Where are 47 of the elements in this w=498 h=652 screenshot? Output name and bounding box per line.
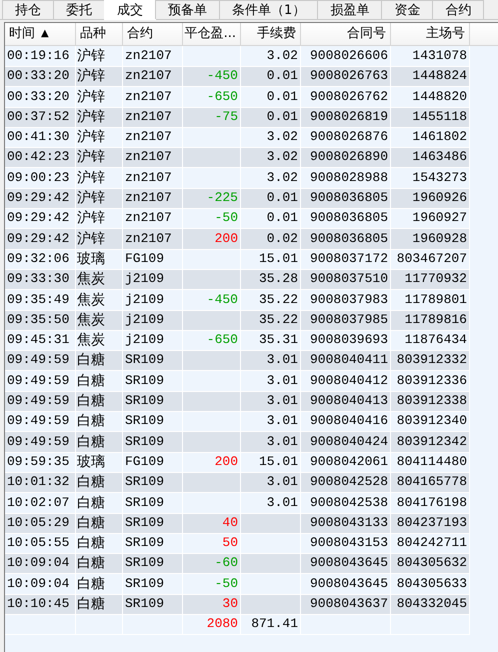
table-row[interactable]: 09:33:30 焦炭 j2109 35.28 9008037510 11770932 [5,269,470,290]
table-row[interactable]: 09:29:42 沪锌 zn2107 200 0.02 9008036805 1960928 [5,228,470,249]
column-header[interactable]: 主场号 [391,23,470,45]
column-header[interactable]: 合约 [123,23,183,45]
table-row[interactable]: 00:42:23 沪锌 zn2107 3.02 9008026890 1463486 [5,147,470,168]
table-row[interactable]: 2080 871.41 [5,614,470,635]
table-row[interactable]: 10:01:32 白糖 SR109 3.01 9008042528 804165778 [5,472,470,493]
table-row[interactable]: 10:02:07 白糖 SR109 3.01 9008042538 804176198 [5,492,470,513]
column-header[interactable]: 合同号 [301,23,391,45]
table-row[interactable]: 00:41:30 沪锌 zn2107 3.02 9008026876 1461802 [5,127,470,148]
tab[interactable]: 损盈单 [317,0,382,19]
table-row[interactable]: 09:45:31 焦炭 j2109 -650 35.31 9008039693 11876434 [5,330,470,350]
sort-indicator: ▲ [41,27,49,41]
table-row[interactable]: 09:49:59 白糖 SR109 3.01 9008040416 803912340 [5,411,470,432]
table-row[interactable]: 09:49:59 白糖 SR109 3.01 9008040424 803912342 [5,432,470,452]
tab[interactable]: 预备单 [155,0,220,19]
table-row[interactable]: 10:09:04 白糖 SR109 -60 9008043645 804305632 [5,553,470,574]
tab[interactable]: 合约 [432,0,484,19]
table-cell: 2080 [183,614,241,636]
table-row[interactable]: 09:49:59 白糖 SR109 3.01 9008040411 803912332 [5,350,470,371]
table-row[interactable]: 09:32:06 玻璃 FG109 15.01 9008037172 803467207 [5,248,470,270]
column-header[interactable]: 平仓盈... [183,23,241,45]
table-row[interactable]: 09:35:49 焦炭 j2109 -450 35.22 9008037983 11789801 [5,290,470,310]
tab[interactable]: 持仓 [2,0,54,19]
column-header[interactable]: 品种 [76,23,123,45]
table-row[interactable]: 09:59:35 玻璃 FG109 200 15.01 9008042061 804114480 [5,452,470,472]
table-row[interactable]: 00:19:16 沪锌 zn2107 3.02 9008026606 1431078 [5,46,470,66]
table-row[interactable]: 09:49:59 白糖 SR109 3.01 9008040412 803912336 [5,370,470,392]
table-row[interactable]: 00:37:52 沪锌 zn2107 -75 0.01 9008026819 1455118 [5,106,470,128]
table-row[interactable]: 00:33:20 沪锌 zn2107 -450 0.01 9008026763 1448824 [5,66,470,87]
tab[interactable]: 条件单（1） [219,0,318,19]
table-row[interactable]: 10:05:29 白糖 SR109 40 9008043133 804237193 [5,512,470,534]
table-row[interactable]: 10:09:04 白糖 SR109 -50 9008043645 804305633 [5,574,470,594]
table-cell: 871.41 [241,614,301,636]
table-row[interactable]: 09:35:50 焦炭 j2109 35.22 9008037985 11789816 [5,310,470,330]
column-header[interactable]: 手续费 [241,23,301,45]
tab[interactable]: 委托 [53,0,105,19]
column-header[interactable]: 时间 ▲ [5,23,76,45]
table-row[interactable]: 10:05:55 白糖 SR109 50 9008043153 804242711 [5,533,470,554]
table-row[interactable]: 10:10:45 白糖 SR109 30 9008043637 804332045 [5,594,470,614]
table-row[interactable]: 09:29:42 沪锌 zn2107 -50 0.01 9008036805 1960927 [5,208,470,229]
table-row[interactable]: 00:33:20 沪锌 zn2107 -650 0.01 9008026762 1448820 [5,86,470,107]
table-row[interactable]: 09:00:23 沪锌 zn2107 3.02 9008028988 1543273 [5,168,470,188]
table-row[interactable]: 09:29:42 沪锌 zn2107 -225 0.01 9008036805 1960926 [5,188,470,208]
tab[interactable]: 成交 [104,0,156,20]
table-row[interactable]: 09:49:59 白糖 SR109 3.01 9008040413 803912338 [5,391,470,412]
tab[interactable]: 资金 [381,0,434,19]
